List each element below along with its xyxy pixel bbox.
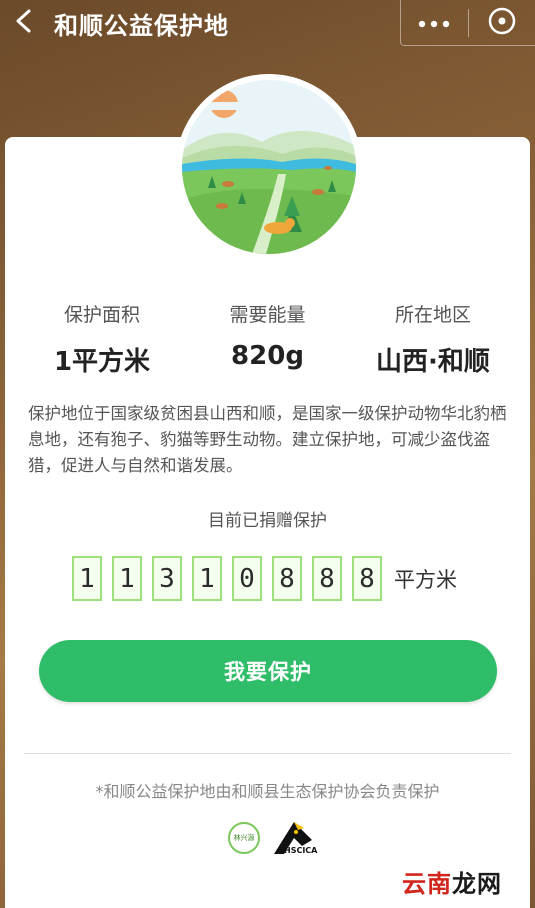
stat-value: 山西·和顺 bbox=[376, 347, 490, 377]
stat-area: 保护面积 1平方米 bbox=[27, 300, 177, 378]
partner-logo-left-text: 林兴源 bbox=[233, 834, 255, 842]
counter-digit: 8 bbox=[272, 556, 302, 601]
partner-logo-right-text: HSCICA bbox=[284, 846, 318, 855]
watermark-part1: 云南 bbox=[402, 870, 452, 898]
protect-button[interactable]: 我要保护 bbox=[39, 640, 497, 702]
stat-value: 1平方米 bbox=[53, 347, 151, 377]
reserve-illustration bbox=[176, 74, 362, 260]
stats-row: 保护面积 1平方米 需要能量 820g 所在地区 山西·和顺 bbox=[5, 300, 530, 378]
stat-value: 820g bbox=[231, 341, 304, 371]
stat-label: 所在地区 bbox=[394, 304, 471, 326]
watermark-part2: 龙网 bbox=[452, 870, 502, 898]
counter-digit: 1 bbox=[192, 556, 222, 601]
partner-logos: 林兴源 HSCICA bbox=[228, 820, 318, 856]
close-circle-icon bbox=[487, 6, 517, 40]
counter-digit: 3 bbox=[152, 556, 182, 601]
mini-program-capsule bbox=[400, 0, 535, 46]
back-button[interactable] bbox=[0, 0, 48, 46]
reserve-description: 保护地位于国家级贫困县山西和顺，是国家一级保护动物华北豹栖息地，还有狍子、豹猫等… bbox=[28, 404, 507, 475]
stat-label: 保护面积 bbox=[63, 304, 140, 326]
more-dots-icon bbox=[417, 13, 451, 32]
page-title: 和顺公益保护地 bbox=[54, 11, 229, 40]
stat-label: 需要能量 bbox=[229, 304, 306, 326]
site-watermark: 云南龙网 bbox=[402, 864, 502, 899]
divider bbox=[24, 753, 511, 754]
stat-energy: 需要能量 820g bbox=[193, 300, 343, 378]
protected-label: 目前已捐赠保护 bbox=[208, 511, 327, 531]
counter-digit: 0 bbox=[232, 556, 262, 601]
protected-counter: 1 1 3 1 0 8 8 8 平方米 bbox=[72, 556, 457, 601]
close-button[interactable] bbox=[469, 0, 535, 46]
counter-unit: 平方米 bbox=[394, 567, 457, 592]
counter-digit: 1 bbox=[72, 556, 102, 601]
counter-digit: 8 bbox=[312, 556, 342, 601]
landscape-illustration-icon bbox=[182, 80, 356, 254]
chevron-left-icon bbox=[13, 8, 35, 38]
footer-note: *和顺公益保护地由和顺县生态保护协会负责保护 bbox=[95, 782, 440, 801]
partner-logo-right: HSCICA bbox=[268, 820, 318, 856]
partner-logo-left: 林兴源 bbox=[228, 822, 260, 854]
counter-digit: 8 bbox=[352, 556, 382, 601]
more-button[interactable] bbox=[401, 0, 468, 46]
stat-region: 所在地区 山西·和顺 bbox=[358, 300, 508, 378]
counter-digit: 1 bbox=[112, 556, 142, 601]
